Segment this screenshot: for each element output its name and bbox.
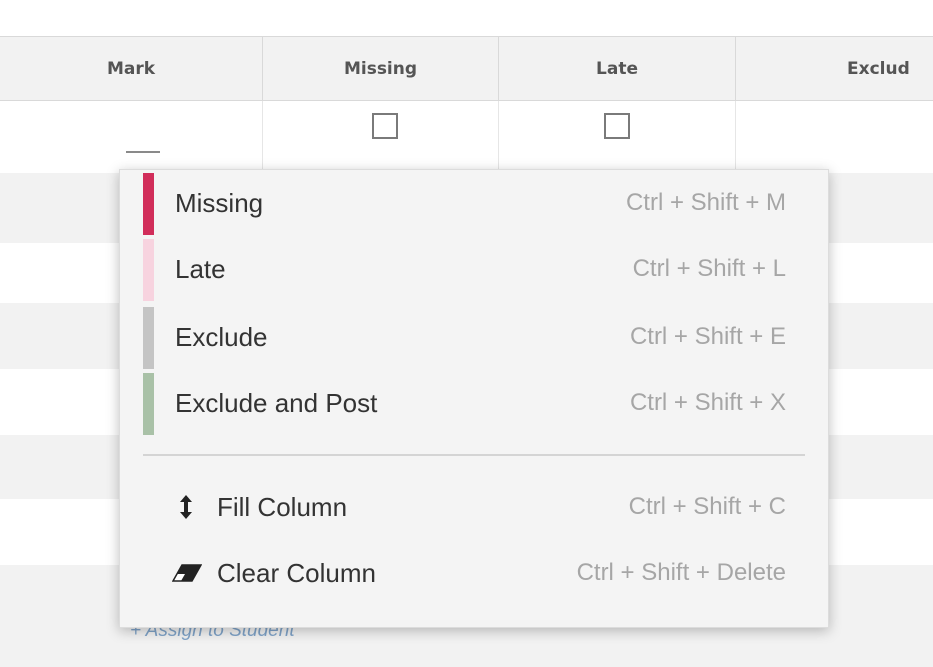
menu-item-clear-column[interactable]: Clear Column Ctrl + Shift + Delete: [120, 540, 828, 606]
column-header-missing[interactable]: Missing: [263, 37, 499, 101]
menu-item-shortcut: Ctrl + Shift + M: [625, 189, 786, 216]
menu-item-missing[interactable]: Missing Ctrl + Shift + M: [120, 170, 828, 236]
mark-empty-indicator: [126, 151, 160, 153]
column-header-exclude[interactable]: Exclud: [736, 37, 933, 101]
menu-item-fill-column[interactable]: Fill Column Ctrl + Shift + C: [120, 474, 828, 540]
column-header-mark[interactable]: Mark: [0, 37, 263, 101]
menu-item-exclude[interactable]: Exclude Ctrl + Shift + E: [120, 304, 828, 370]
late-checkbox[interactable]: [604, 113, 630, 139]
eraser-icon: [166, 540, 208, 606]
menu-item-label: Clear Column: [217, 558, 376, 588]
menu-item-label: Exclude: [175, 322, 268, 352]
mark-cell[interactable]: [0, 101, 263, 173]
menu-item-label: Missing: [175, 188, 264, 218]
status-context-menu: Missing Ctrl + Shift + M Late Ctrl + Shi…: [119, 169, 829, 628]
table-row: [0, 101, 933, 173]
missing-cell: [263, 101, 499, 173]
late-color-swatch: [143, 239, 154, 301]
menu-item-label: Late: [175, 254, 226, 284]
grid-header-row: Mark Missing Late Exclud: [0, 36, 933, 101]
menu-divider: [143, 454, 805, 456]
missing-color-swatch: [143, 173, 154, 235]
menu-item-late[interactable]: Late Ctrl + Shift + L: [120, 236, 828, 302]
exclude-cell: [736, 101, 933, 173]
exclude-color-swatch: [143, 307, 154, 369]
exclude-and-post-color-swatch: [143, 373, 154, 435]
menu-item-shortcut: Ctrl + Shift + X: [629, 389, 786, 416]
menu-item-shortcut: Ctrl + Shift + E: [629, 323, 786, 350]
menu-item-label: Exclude and Post: [175, 388, 378, 418]
menu-item-shortcut: Ctrl + Shift + Delete: [576, 559, 786, 586]
menu-item-label: Fill Column: [217, 492, 348, 522]
menu-item-shortcut: Ctrl + Shift + C: [628, 493, 786, 520]
late-cell: [499, 101, 736, 173]
vertical-arrows-icon: [172, 474, 200, 540]
column-header-late[interactable]: Late: [499, 37, 736, 101]
missing-checkbox[interactable]: [372, 113, 398, 139]
menu-item-exclude-and-post[interactable]: Exclude and Post Ctrl + Shift + X: [120, 370, 828, 436]
menu-item-shortcut: Ctrl + Shift + L: [632, 255, 786, 282]
